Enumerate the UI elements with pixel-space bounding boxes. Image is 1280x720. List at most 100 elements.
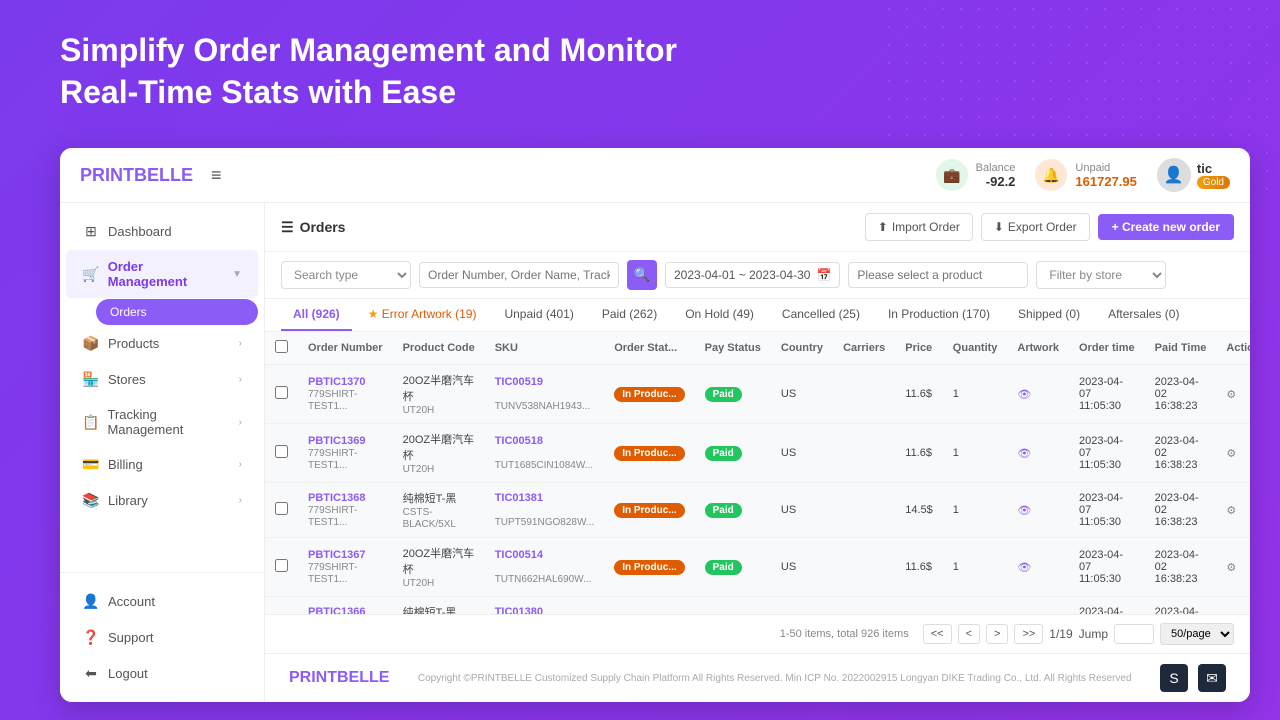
pay-status-cell: Paid bbox=[695, 538, 771, 597]
page-jump-input[interactable] bbox=[1114, 624, 1154, 644]
export-order-button[interactable]: ⬇ Export Order bbox=[981, 213, 1090, 241]
create-order-button[interactable]: + Create new order bbox=[1098, 214, 1234, 240]
order-id-link[interactable]: PBTIC1367 bbox=[308, 549, 383, 561]
sidebar-item-label: Billing bbox=[108, 457, 143, 472]
sku-sub: TUT1685CIN1084W... bbox=[495, 460, 593, 471]
row-checkbox[interactable] bbox=[275, 559, 288, 572]
search-input[interactable] bbox=[419, 262, 619, 288]
import-label: Import Order bbox=[892, 220, 960, 234]
pay-status-cell: Paid bbox=[695, 424, 771, 483]
calendar-icon: 📅 bbox=[816, 268, 831, 282]
sidebar-item-stores[interactable]: 🏪 Stores › bbox=[66, 362, 258, 397]
action-gear-icon[interactable]: ⚙ bbox=[1226, 389, 1236, 401]
product-sub: UT20H bbox=[403, 464, 435, 475]
sidebar-item-logout[interactable]: ⬅ Logout bbox=[66, 656, 258, 691]
dashboard-icon: ⊞ bbox=[82, 223, 100, 240]
order-status-cell: In Produc... bbox=[604, 538, 694, 597]
th-sku: SKU bbox=[485, 332, 604, 365]
tab-in-production[interactable]: In Production (170) bbox=[876, 299, 1002, 331]
row-checkbox[interactable] bbox=[275, 502, 288, 515]
order-status-cell: In Produc... bbox=[604, 424, 694, 483]
billing-icon: 💳 bbox=[82, 456, 100, 473]
select-all-checkbox[interactable] bbox=[275, 340, 288, 353]
view-artwork-icon[interactable]: 👁 bbox=[1017, 505, 1031, 517]
export-icon: ⬇ bbox=[994, 220, 1004, 234]
sidebar-item-order-management[interactable]: 🛒 Order Management ▼ bbox=[66, 250, 258, 298]
sidebar-item-account[interactable]: 👤 Account bbox=[66, 584, 258, 619]
tab-cancelled[interactable]: Cancelled (25) bbox=[770, 299, 872, 331]
balance-label: Balance bbox=[976, 162, 1016, 174]
order-status-badge: In Produc... bbox=[614, 503, 684, 518]
sidebar-item-label: Stores bbox=[108, 372, 146, 387]
product-code-cell: 纯棉短T-黑 CSTS-BLACK/5XL bbox=[393, 483, 485, 538]
action-gear-icon[interactable]: ⚙ bbox=[1226, 505, 1236, 517]
sku-sub: TUTN662HAL690W... bbox=[495, 574, 592, 585]
order-time-cell: 2023-04-07 11:05:30 bbox=[1069, 365, 1145, 424]
sku-link[interactable]: TIC01380 bbox=[495, 606, 594, 614]
action-gear-icon[interactable]: ⚙ bbox=[1226, 562, 1236, 574]
tab-paid[interactable]: Paid (262) bbox=[590, 299, 669, 331]
action-cell: ⚙ bbox=[1216, 597, 1250, 615]
next-page-button[interactable]: > bbox=[986, 624, 1008, 644]
sidebar-item-dashboard[interactable]: ⊞ Dashboard bbox=[66, 214, 258, 249]
view-artwork-icon[interactable]: 👁 bbox=[1017, 562, 1031, 574]
sidebar-item-tracking[interactable]: 📋 Tracking Management › bbox=[66, 398, 258, 446]
sku-link[interactable]: TIC00519 bbox=[495, 376, 594, 388]
order-id-link[interactable]: PBTIC1368 bbox=[308, 492, 383, 504]
first-page-button[interactable]: << bbox=[923, 624, 952, 644]
orders-tbody: PBTIC1370 779SHIRT-TEST1... 20OZ半磨汽车杯 UT… bbox=[265, 365, 1250, 615]
jump-label: Jump bbox=[1079, 627, 1108, 641]
product-code: 纯棉短T-黑 bbox=[403, 493, 457, 505]
order-id-link[interactable]: PBTIC1366 bbox=[308, 606, 383, 614]
order-id-link[interactable]: PBTIC1369 bbox=[308, 435, 383, 447]
menu-icon[interactable]: ≡ bbox=[211, 165, 222, 186]
sidebar-item-library[interactable]: 📚 Library › bbox=[66, 483, 258, 518]
logo-belle: BELLE bbox=[134, 165, 193, 185]
product-sub: UT20H bbox=[403, 405, 435, 416]
view-artwork-icon[interactable]: 👁 bbox=[1017, 448, 1031, 460]
store-filter[interactable]: Filter by store bbox=[1036, 261, 1166, 289]
footer-icons: S ✉ bbox=[1160, 664, 1226, 692]
pagination-info: 1-50 items, total 926 items bbox=[780, 628, 909, 640]
order-id-link[interactable]: PBTIC1370 bbox=[308, 376, 383, 388]
footer: PRINTBELLE Copyright ©PRINTBELLE Customi… bbox=[265, 653, 1250, 702]
carriers-cell bbox=[833, 365, 895, 424]
skype-icon[interactable]: S bbox=[1160, 664, 1188, 692]
prev-page-button[interactable]: < bbox=[958, 624, 980, 644]
country-cell: US bbox=[771, 597, 833, 615]
sidebar-item-products[interactable]: 📦 Products › bbox=[66, 326, 258, 361]
row-checkbox[interactable] bbox=[275, 386, 288, 399]
carriers-cell bbox=[833, 538, 895, 597]
row-checkbox[interactable] bbox=[275, 445, 288, 458]
tab-error-artwork[interactable]: ★ Error Artwork (19) bbox=[356, 299, 489, 331]
user-box: 👤 tic Gold bbox=[1157, 158, 1230, 192]
email-icon[interactable]: ✉ bbox=[1198, 664, 1226, 692]
product-filter[interactable] bbox=[848, 262, 1028, 288]
stores-icon: 🏪 bbox=[82, 371, 100, 388]
sidebar-item-orders[interactable]: Orders bbox=[96, 299, 258, 325]
tab-unpaid[interactable]: Unpaid (401) bbox=[492, 299, 585, 331]
sidebar-item-support[interactable]: ❓ Support bbox=[66, 620, 258, 655]
chevron-right-icon: › bbox=[239, 495, 242, 506]
sku-link[interactable]: TIC01381 bbox=[495, 492, 594, 504]
import-order-button[interactable]: ⬆ Import Order bbox=[865, 213, 973, 241]
orders-table: Order Number Product Code SKU Order Stat… bbox=[265, 332, 1250, 614]
tab-all[interactable]: All (926) bbox=[281, 299, 352, 331]
tab-shipped[interactable]: Shipped (0) bbox=[1006, 299, 1092, 331]
sku-link[interactable]: TIC00518 bbox=[495, 435, 594, 447]
last-page-button[interactable]: >> bbox=[1014, 624, 1043, 644]
search-button[interactable]: 🔍 bbox=[627, 260, 657, 290]
action-gear-icon[interactable]: ⚙ bbox=[1226, 448, 1236, 460]
view-artwork-icon[interactable]: 👁 bbox=[1017, 389, 1031, 401]
th-order-status: Order Stat... bbox=[604, 332, 694, 365]
tab-on-hold[interactable]: On Hold (49) bbox=[673, 299, 766, 331]
sku-link[interactable]: TIC00514 bbox=[495, 549, 594, 561]
date-range-picker[interactable]: 2023-04-01 ~ 2023-04-30 📅 bbox=[665, 262, 840, 288]
page-size-select[interactable]: 50/page bbox=[1160, 623, 1234, 645]
quantity-cell: 1 bbox=[943, 424, 1008, 483]
order-submenu: Orders bbox=[60, 299, 264, 325]
tab-aftersales[interactable]: Aftersales (0) bbox=[1096, 299, 1191, 331]
sidebar-item-billing[interactable]: 💳 Billing › bbox=[66, 447, 258, 482]
row-checkbox-cell bbox=[265, 365, 298, 424]
search-type-select[interactable]: Search type bbox=[281, 261, 411, 289]
